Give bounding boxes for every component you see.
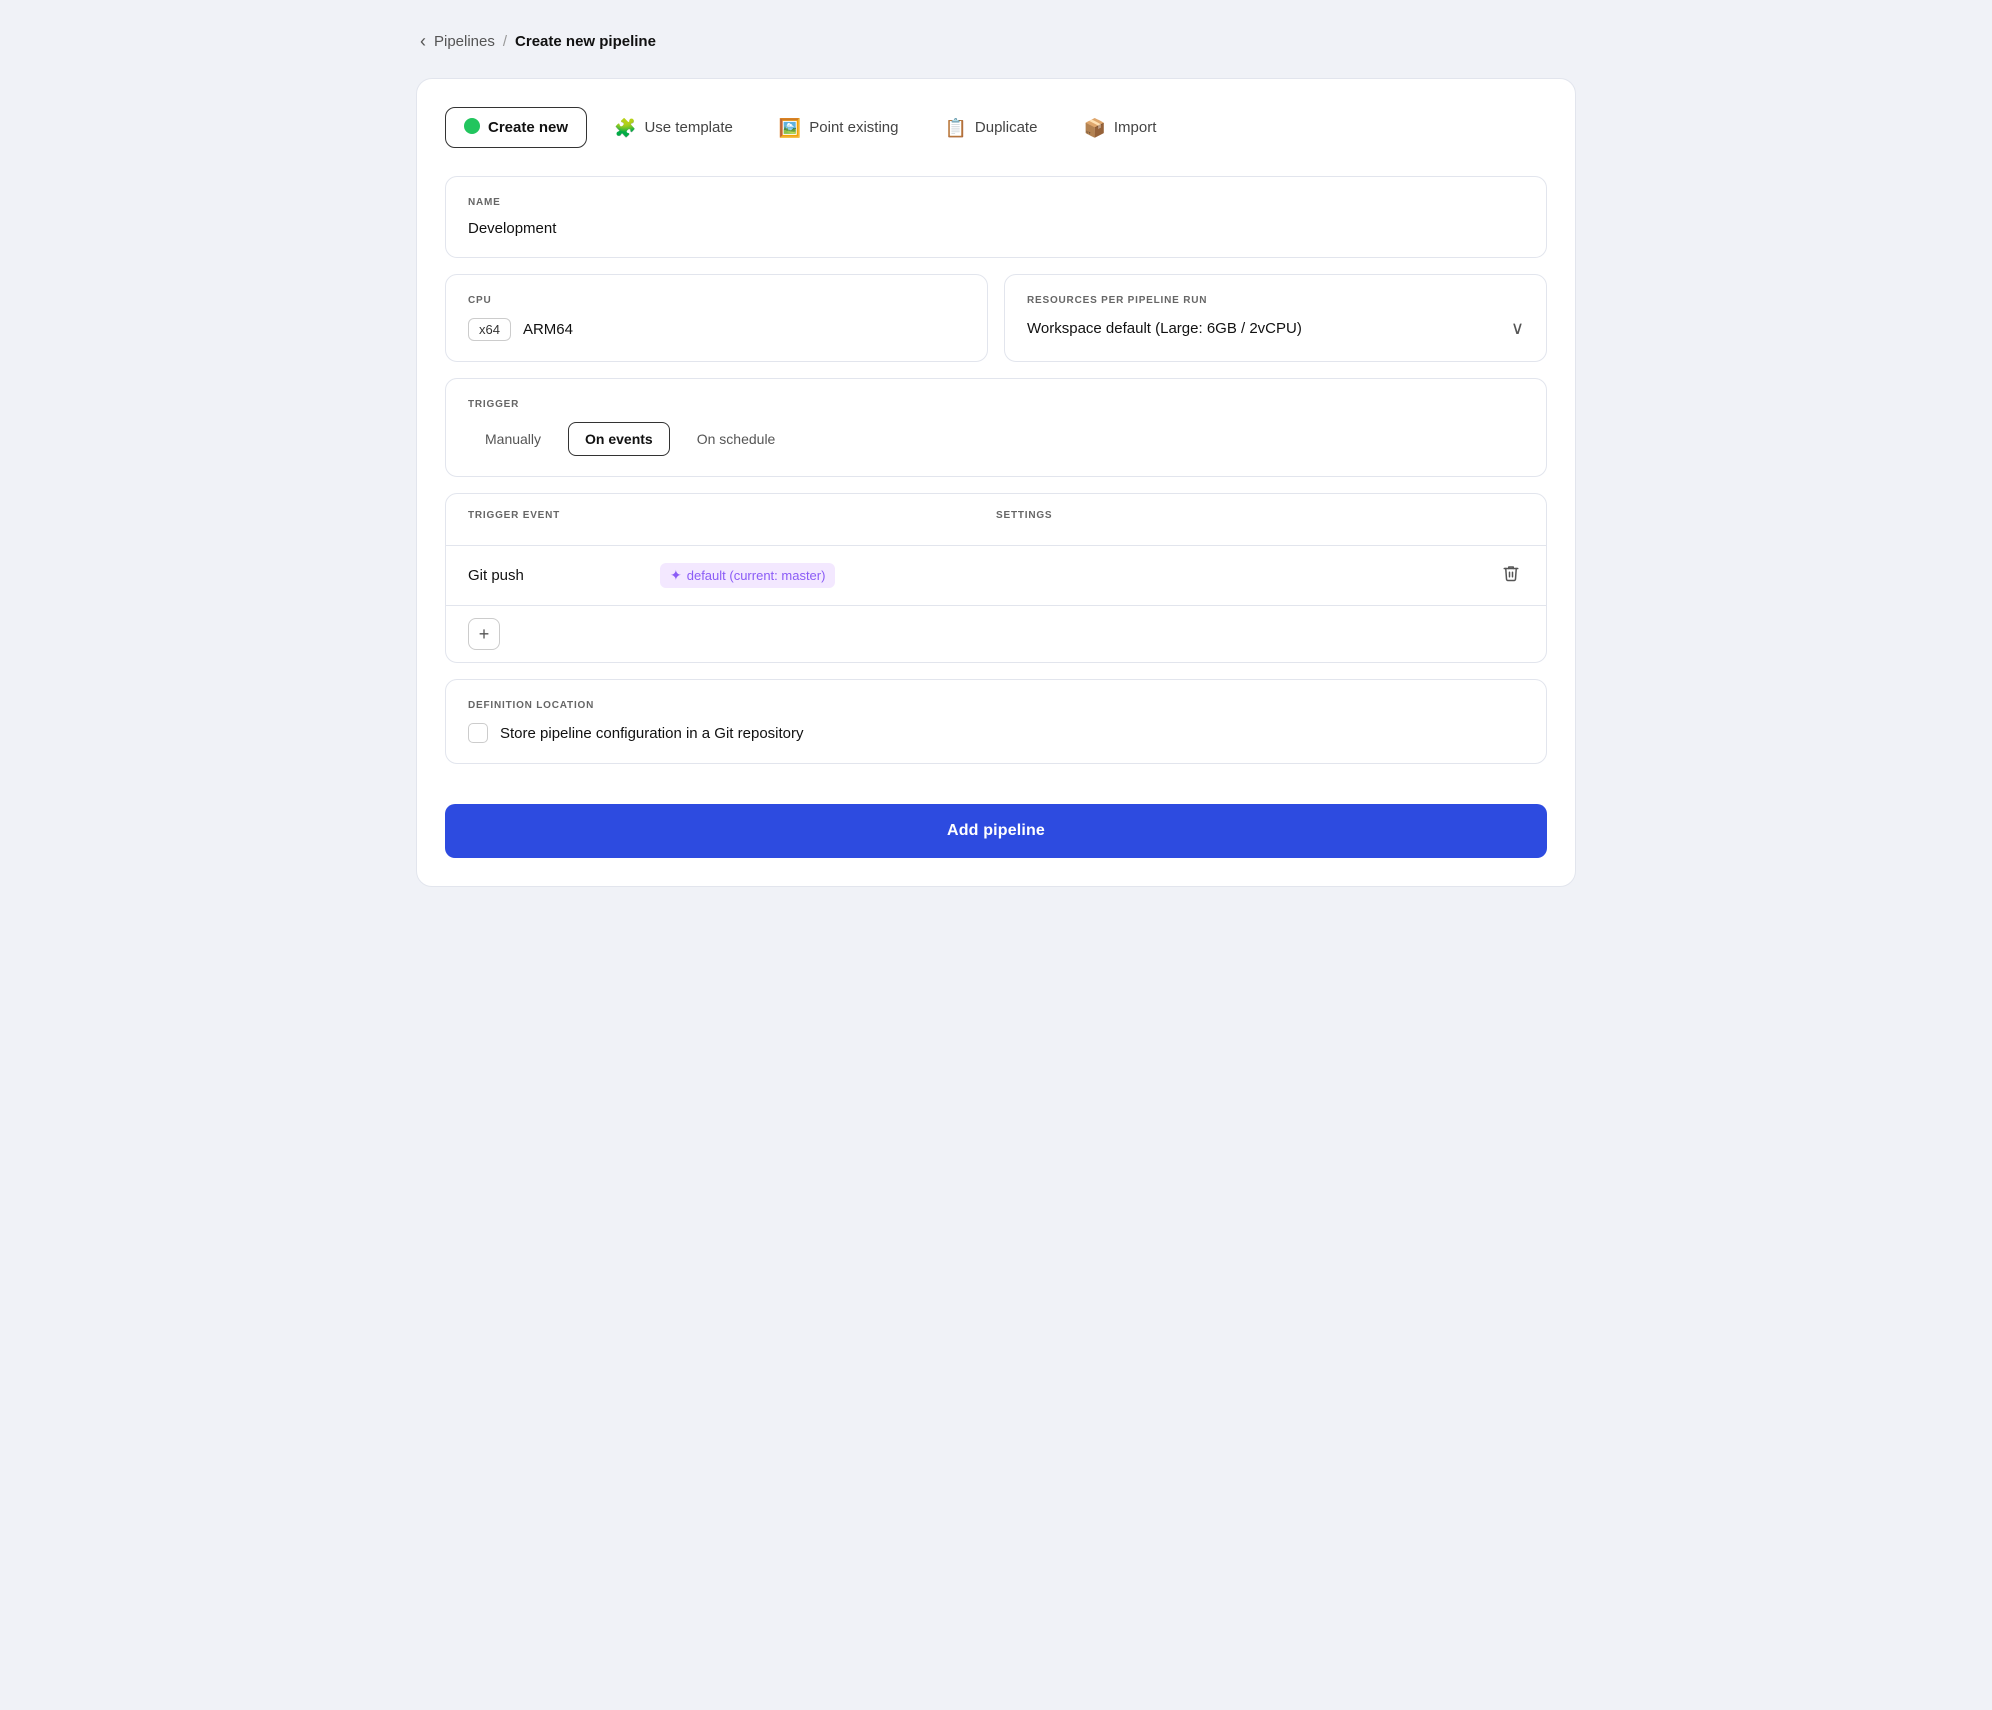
cpu-tag-x64[interactable]: x64 xyxy=(468,318,511,341)
create-new-icon xyxy=(464,118,480,137)
add-trigger-button[interactable]: + xyxy=(468,618,500,650)
cpu-section: CPU x64 ARM64 xyxy=(445,274,988,362)
resources-label: RESOURCES PER PIPELINE RUN xyxy=(1027,295,1524,306)
git-repo-checkbox[interactable] xyxy=(468,723,488,743)
breadcrumb-current: Create new pipeline xyxy=(515,33,656,50)
trigger-event-header: TRIGGER EVENT SETTINGS xyxy=(446,494,1546,546)
tab-duplicate[interactable]: 📋 Duplicate xyxy=(925,108,1056,148)
add-pipeline-button[interactable]: Add pipeline xyxy=(445,804,1547,858)
trigger-event-row: Git push ✦ default (current: master) xyxy=(446,546,1546,606)
use-template-icon: 🧩 xyxy=(614,119,636,137)
branch-icon: ✦ xyxy=(670,567,682,584)
duplicate-icon: 📋 xyxy=(944,119,966,137)
settings-col-label: SETTINGS xyxy=(996,510,1524,521)
chevron-down-icon[interactable]: ∨ xyxy=(1511,318,1524,339)
trigger-event-name: Git push xyxy=(468,567,648,584)
git-repo-label: Store pipeline configuration in a Git re… xyxy=(500,725,804,742)
cpu-resources-row: CPU x64 ARM64 RESOURCES PER PIPELINE RUN… xyxy=(445,274,1547,378)
trigger-label: TRIGGER xyxy=(468,399,1524,410)
tab-use-template[interactable]: 🧩 Use template xyxy=(595,108,752,148)
tab-import[interactable]: 📦 Import xyxy=(1064,108,1175,148)
tab-point-existing[interactable]: 🖼️ Point existing xyxy=(760,108,918,148)
trigger-section: TRIGGER Manually On events On schedule xyxy=(445,378,1547,477)
definition-location-section: DEFINITION LOCATION Store pipeline confi… xyxy=(445,679,1547,764)
back-button[interactable]: ‹ xyxy=(420,32,426,50)
name-section: NAME Development xyxy=(445,176,1547,258)
cpu-label: CPU xyxy=(468,295,965,306)
branch-badge[interactable]: ✦ default (current: master) xyxy=(660,563,835,588)
delete-trigger-button[interactable] xyxy=(1498,560,1524,591)
breadcrumb-link[interactable]: Pipelines xyxy=(434,33,495,50)
tab-bar: Create new 🧩 Use template 🖼️ Point exist… xyxy=(445,107,1547,148)
name-value[interactable]: Development xyxy=(468,220,1524,237)
def-location-row: Store pipeline configuration in a Git re… xyxy=(468,723,1524,743)
import-icon: 📦 xyxy=(1083,119,1105,137)
name-label: NAME xyxy=(468,197,1524,208)
add-trigger-row: + xyxy=(446,606,1546,662)
trigger-event-col-label: TRIGGER EVENT xyxy=(468,510,996,521)
tab-create-new[interactable]: Create new xyxy=(445,107,587,148)
page-wrapper: ‹ Pipelines / Create new pipeline Create… xyxy=(416,32,1576,887)
cpu-arm64: ARM64 xyxy=(523,321,573,338)
resources-section: RESOURCES PER PIPELINE RUN Workspace def… xyxy=(1004,274,1547,362)
resources-value: Workspace default (Large: 6GB / 2vCPU) xyxy=(1027,320,1302,337)
main-card: Create new 🧩 Use template 🖼️ Point exist… xyxy=(416,78,1576,887)
trigger-options: Manually On events On schedule xyxy=(468,422,1524,456)
definition-label: DEFINITION LOCATION xyxy=(468,700,1524,711)
point-existing-icon: 🖼️ xyxy=(779,119,801,137)
trigger-on-events[interactable]: On events xyxy=(568,422,670,456)
resources-row: Workspace default (Large: 6GB / 2vCPU) ∨ xyxy=(1027,318,1524,339)
branch-label: default (current: master) xyxy=(687,568,826,583)
trigger-event-section: TRIGGER EVENT SETTINGS Git push ✦ defaul… xyxy=(445,493,1547,663)
trigger-manually[interactable]: Manually xyxy=(468,422,558,456)
breadcrumb-separator: / xyxy=(503,33,507,50)
breadcrumb: ‹ Pipelines / Create new pipeline xyxy=(416,32,1576,50)
trigger-on-schedule[interactable]: On schedule xyxy=(680,422,793,456)
cpu-options: x64 ARM64 xyxy=(468,318,965,341)
